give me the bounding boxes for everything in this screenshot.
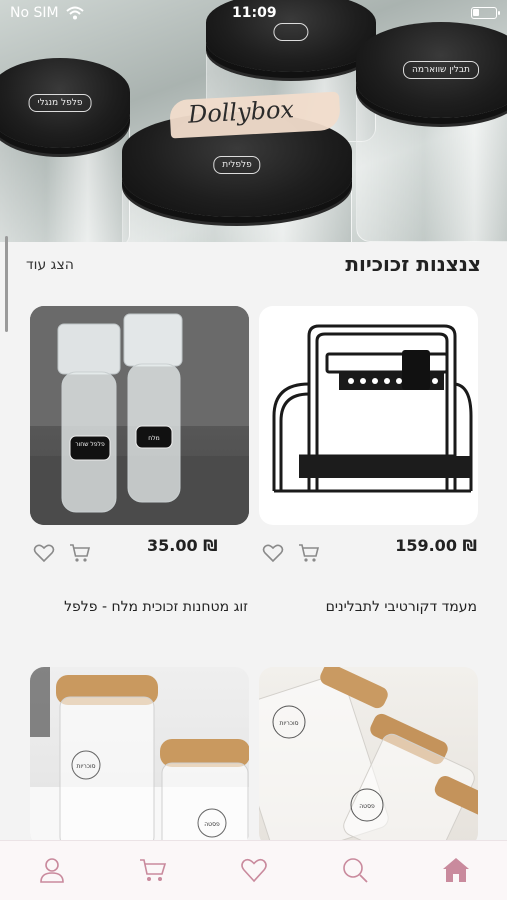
cart-icon[interactable] [138, 855, 168, 885]
product-image[interactable]: סוכריות פסטה [259, 667, 478, 847]
salt-pepper-mills-image: פלפל שחור מלח [30, 306, 249, 525]
status-bar: No SIM 11:09 [0, 0, 507, 28]
product-price: ₪ 35.00 [147, 536, 218, 555]
jar-image: פלפל מנגלי [0, 58, 130, 242]
heart-icon[interactable] [31, 541, 57, 565]
clock: 11:09 [232, 5, 277, 21]
bottom-nav [0, 840, 507, 900]
battery-icon [471, 7, 500, 19]
heart-icon[interactable] [239, 855, 269, 885]
jar-label-text: סוכריות [279, 720, 298, 727]
jar-label-text: פסטה [204, 821, 220, 828]
home-icon[interactable] [441, 855, 471, 885]
show-more-link[interactable]: הצג עוד [26, 257, 74, 273]
carrier-label: No SIM [10, 5, 59, 21]
bamboo-jars-image: סוכריות פסטה [30, 667, 249, 847]
wifi-icon [66, 6, 84, 20]
brand-logo: Dollybox [187, 95, 295, 129]
section-title: צנצנות זכוכיות [345, 252, 481, 276]
spice-rack-image [272, 324, 473, 493]
heart-icon[interactable] [260, 541, 286, 565]
cart-icon[interactable] [296, 541, 322, 565]
product-image[interactable]: פלפל שחור מלח [30, 306, 249, 525]
cart-icon[interactable] [67, 541, 93, 565]
jar-label-text: סוכריות [76, 763, 95, 770]
jar-image: תבלין שווארמה [356, 22, 507, 242]
hero-banner[interactable]: פלפל מנגלי תבלין שווארמה פלפלית Dollybox… [0, 0, 507, 242]
product-price: ₪ 159.00 [395, 536, 477, 555]
jar-tag-text: מלח [148, 435, 159, 442]
search-icon[interactable] [340, 855, 370, 885]
product-image[interactable]: סוכריות פסטה [30, 667, 249, 847]
product-image[interactable] [259, 306, 478, 525]
product-name[interactable]: מעמד דקורטיבי לתבלינים [326, 599, 477, 615]
user-icon[interactable] [37, 855, 67, 885]
product-name[interactable]: זוג מטחנות זכוכית מלח - פלפל [64, 599, 248, 615]
scroll-indicator [5, 236, 8, 332]
jar-label-text: פסטה [359, 803, 375, 810]
bamboo-jars-image: סוכריות פסטה [259, 667, 478, 847]
jar-tag-text: פלפל שחור [75, 441, 105, 448]
